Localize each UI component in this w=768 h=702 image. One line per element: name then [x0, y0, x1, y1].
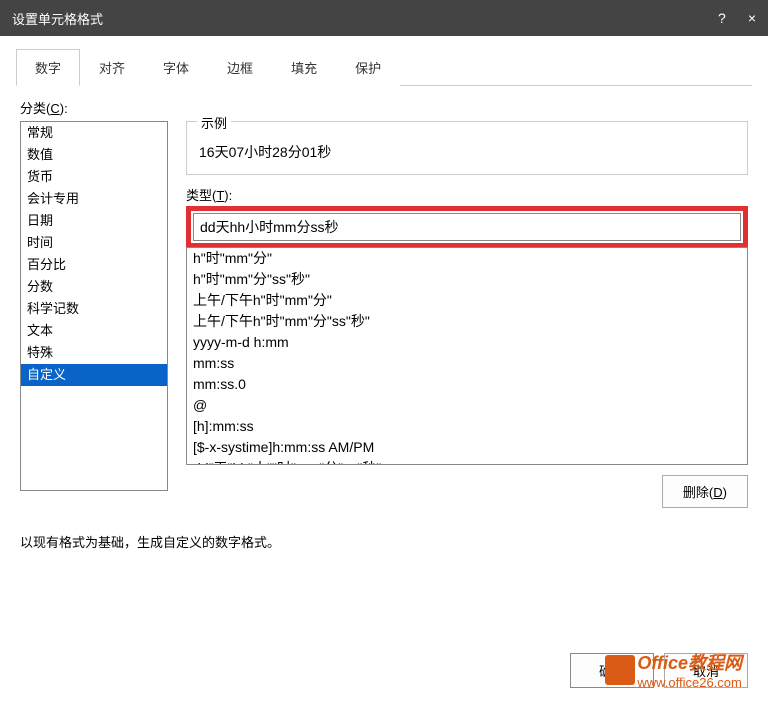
format-item[interactable]: 上午/下午h"时"mm"分"ss"秒": [187, 311, 747, 332]
tab-2[interactable]: 字体: [144, 49, 208, 86]
format-item[interactable]: yyyy-m-d h:mm: [187, 332, 747, 353]
category-item[interactable]: 科学记数: [21, 298, 167, 320]
ok-button[interactable]: 确定: [570, 653, 654, 688]
type-input-highlight: [186, 206, 748, 248]
tab-1[interactable]: 对齐: [80, 49, 144, 86]
category-item[interactable]: 货币: [21, 166, 167, 188]
tab-0[interactable]: 数字: [16, 49, 80, 86]
window-title: 设置单元格格式: [12, 9, 103, 28]
close-icon[interactable]: ×: [748, 10, 756, 26]
type-input[interactable]: [193, 213, 741, 241]
type-label: 类型(T):: [186, 185, 748, 204]
tab-5[interactable]: 保护: [336, 49, 400, 86]
category-item[interactable]: 自定义: [21, 364, 167, 386]
sample-legend: 示例: [197, 113, 231, 132]
content-area: 分类(C): 常规数值货币会计专用日期时间百分比分数科学记数文本特殊自定义 示例…: [0, 86, 768, 563]
category-item[interactable]: 常规: [21, 122, 167, 144]
cancel-button[interactable]: 取消: [664, 653, 748, 688]
format-item[interactable]: 上午/下午h"时"mm"分": [187, 290, 747, 311]
tab-3[interactable]: 边框: [208, 49, 272, 86]
category-item[interactable]: 分数: [21, 276, 167, 298]
category-item[interactable]: 会计专用: [21, 188, 167, 210]
category-item[interactable]: 文本: [21, 320, 167, 342]
sample-value: 16天07小时28分01秒: [199, 142, 735, 162]
format-item[interactable]: h"时"mm"分"ss"秒": [187, 269, 747, 290]
format-item[interactable]: dd"天"hh"小""时"mm"分"ss"秒": [187, 458, 747, 465]
formats-listbox[interactable]: h"时"mm"分"h"时"mm"分"ss"秒"上午/下午h"时"mm"分"上午/…: [186, 247, 748, 465]
dialog-footer: 确定 取消: [570, 653, 748, 688]
delete-button[interactable]: 删除(D): [662, 475, 748, 508]
category-item[interactable]: 特殊: [21, 342, 167, 364]
hint-text: 以现有格式为基础，生成自定义的数字格式。: [20, 532, 748, 551]
titlebar: 设置单元格格式 ? ×: [0, 0, 768, 36]
window-controls: ? ×: [718, 10, 756, 26]
tabs-row: 数字对齐字体边框填充保护: [16, 48, 752, 86]
format-item[interactable]: [$-x-systime]h:mm:ss AM/PM: [187, 437, 747, 458]
help-icon[interactable]: ?: [718, 10, 726, 26]
category-item[interactable]: 日期: [21, 210, 167, 232]
format-item[interactable]: @: [187, 395, 747, 416]
sample-box: 示例 16天07小时28分01秒: [186, 121, 748, 175]
format-item[interactable]: mm:ss.0: [187, 374, 747, 395]
category-item[interactable]: 时间: [21, 232, 167, 254]
category-label: 分类(C):: [20, 98, 748, 117]
format-item[interactable]: [h]:mm:ss: [187, 416, 747, 437]
category-listbox[interactable]: 常规数值货币会计专用日期时间百分比分数科学记数文本特殊自定义: [20, 121, 168, 491]
category-item[interactable]: 百分比: [21, 254, 167, 276]
format-item[interactable]: mm:ss: [187, 353, 747, 374]
category-item[interactable]: 数值: [21, 144, 167, 166]
format-item[interactable]: h"时"mm"分": [187, 248, 747, 269]
tab-4[interactable]: 填充: [272, 49, 336, 86]
